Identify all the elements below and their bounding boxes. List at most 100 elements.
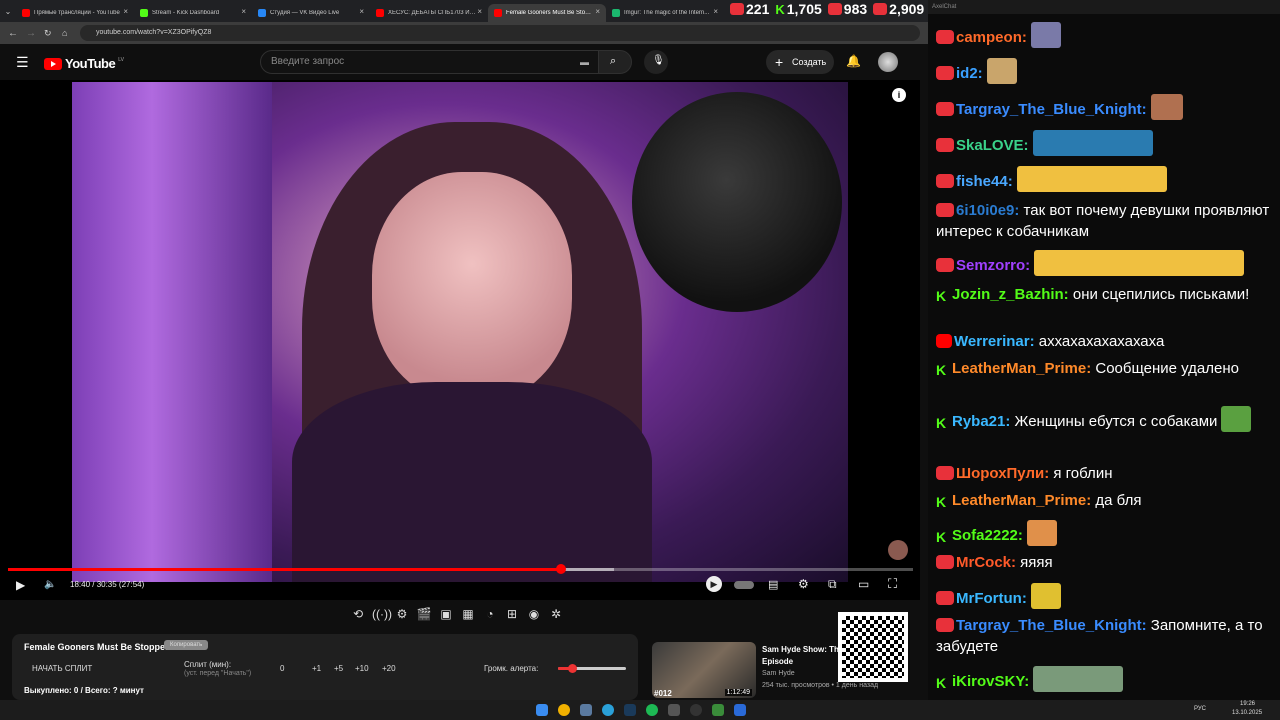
chat-nickname[interactable]: SkaLOVE:: [956, 137, 1029, 154]
create-button[interactable]: + Создать: [766, 50, 834, 74]
add-frame-icon[interactable]: ⊞: [504, 606, 520, 622]
played-bar: [8, 568, 561, 571]
chat-nickname[interactable]: 6i10i0e9:: [956, 202, 1019, 219]
viewer-count: 1,705: [786, 1, 822, 17]
split-value[interactable]: 0: [280, 664, 284, 673]
tab-close-icon[interactable]: ×: [123, 7, 128, 16]
tab-3[interactable]: ХЕСУС: ДЕБАТЫ СПБ1703 И М... ×: [370, 4, 488, 22]
clock-date[interactable]: 13.10.2025: [1232, 710, 1262, 716]
inc-5-button[interactable]: +5: [334, 664, 343, 673]
chat-nickname[interactable]: iKirovSKY:: [952, 673, 1029, 690]
home-icon[interactable]: ⌂: [62, 28, 67, 38]
chat-nickname[interactable]: Sofa2222:: [952, 527, 1023, 544]
loop-icon[interactable]: ⟲: [350, 606, 366, 622]
sponsorblock-icon[interactable]: ▶: [706, 576, 722, 592]
autoplay-toggle[interactable]: [734, 581, 754, 589]
chat-nickname[interactable]: Targray_The_Blue_Knight:: [956, 617, 1147, 634]
info-icon[interactable]: i: [892, 88, 906, 102]
video-thumbnail[interactable]: #012 1:12:49: [652, 642, 756, 698]
plus-icon: +: [775, 54, 784, 70]
avatar[interactable]: [878, 52, 898, 72]
subtitles-icon[interactable]: ▤: [768, 578, 778, 591]
rec-title[interactable]: Sam Hyde Show: Th... Episode: [762, 644, 846, 668]
camera-icon[interactable]: ◉: [526, 606, 542, 622]
tab-2[interactable]: Студия — VK Видео Live ×: [252, 4, 370, 22]
youtube-logo[interactable]: YouTube LV: [44, 56, 124, 71]
chat-nickname[interactable]: MrCock:: [956, 554, 1016, 571]
notifications-icon[interactable]: 🔔: [846, 54, 861, 68]
spotify-icon[interactable]: [646, 704, 658, 716]
channel-watermark[interactable]: [888, 540, 908, 560]
chrome-icon[interactable]: [558, 704, 570, 716]
steam-icon[interactable]: [624, 704, 636, 716]
chat-nickname[interactable]: fishe44:: [956, 173, 1013, 190]
chat-nickname[interactable]: LeatherMan_Prime:: [952, 360, 1091, 377]
inc-20-button[interactable]: +20: [382, 664, 396, 673]
search-input[interactable]: Введите запрос ▬: [260, 50, 600, 74]
tab-close-icon[interactable]: ×: [359, 7, 364, 16]
settings-icon[interactable]: ⚙: [798, 577, 809, 591]
chat-nickname[interactable]: Ryba21:: [952, 413, 1010, 430]
tab-5[interactable]: Imgur: The magic of the Intern... ×: [606, 4, 724, 22]
youtube-play-icon: [44, 57, 62, 70]
chat-nickname[interactable]: Targray_The_Blue_Knight:: [956, 101, 1147, 118]
tab-1[interactable]: Stream - Kick Dashboard ×: [134, 4, 252, 22]
menu-icon[interactable]: ☰: [16, 54, 29, 71]
scrubber-knob[interactable]: [555, 564, 566, 574]
gear-icon[interactable]: ✲: [548, 606, 564, 622]
copy-button[interactable]: Копировать: [164, 640, 209, 650]
clapper-icon[interactable]: 🎬: [416, 606, 432, 622]
frame-icon[interactable]: ▣: [438, 606, 454, 622]
chat-nickname[interactable]: Werrerinar:: [954, 333, 1035, 350]
chat-nickname[interactable]: LeatherMan_Prime:: [952, 492, 1091, 509]
chat-nickname[interactable]: MrFortun:: [956, 590, 1027, 607]
address-bar: ← → ↻ ⌂ youtube.com/watch?v=XZ3OPifyQZ8: [0, 22, 928, 44]
obs-icon[interactable]: [690, 704, 702, 716]
tab-close-icon[interactable]: ×: [595, 7, 600, 16]
alert-volume-slider[interactable]: [558, 664, 626, 673]
volume-icon[interactable]: 🔈: [44, 579, 56, 590]
theater-mode-icon[interactable]: ▭: [858, 577, 869, 591]
telegram-icon[interactable]: [602, 704, 614, 716]
tab-close-icon[interactable]: ×: [713, 7, 718, 16]
url-field[interactable]: youtube.com/watch?v=XZ3OPifyQZ8: [80, 25, 920, 41]
fullscreen-icon[interactable]: ⛶: [888, 576, 897, 592]
broadcast-icon[interactable]: ((·)): [372, 606, 392, 622]
tab-4[interactable]: Female Gooners Must Be Stopp... ×: [488, 4, 606, 22]
clock-time[interactable]: 19:26: [1240, 701, 1255, 707]
tab-close-icon[interactable]: ×: [241, 7, 246, 16]
settings-gear-icon[interactable]: ⚙: [394, 606, 410, 622]
speed-icon[interactable]: ◔: [482, 606, 498, 622]
forward-icon[interactable]: →: [26, 28, 36, 39]
tab-0[interactable]: Прямые трансляции - YouTube ×: [16, 4, 134, 22]
reload-icon[interactable]: ↻: [44, 28, 52, 39]
chat-nickname[interactable]: Jozin_z_Bazhin:: [952, 286, 1069, 303]
app3-icon[interactable]: [734, 704, 746, 716]
miniplayer-icon[interactable]: ⧉: [828, 577, 837, 592]
start-split-button[interactable]: НАЧАТЬ СПЛИТ: [32, 664, 92, 673]
chat-nickname[interactable]: Semzorro:: [956, 257, 1030, 274]
app2-icon[interactable]: [712, 704, 724, 716]
chat-nickname[interactable]: ШорохПули:: [956, 465, 1049, 482]
search-button[interactable]: ⌕: [598, 50, 632, 74]
chat-nickname[interactable]: id2:: [956, 65, 983, 82]
chat-nickname[interactable]: campeon:: [956, 29, 1027, 46]
kick-badge-icon: K: [936, 494, 947, 510]
inc-10-button[interactable]: +10: [355, 664, 369, 673]
tab-menu-icon[interactable]: ⌄: [0, 7, 16, 16]
inc-1-button[interactable]: +1: [312, 664, 321, 673]
rec-channel[interactable]: Sam Hyde: [762, 670, 795, 677]
explorer-icon[interactable]: [580, 704, 592, 716]
keyboard-icon[interactable]: ▬: [580, 51, 589, 73]
keyboard-language[interactable]: РУС: [1194, 706, 1206, 712]
play-button[interactable]: ▶: [16, 578, 25, 592]
video-player[interactable]: i: [0, 80, 920, 600]
progress-bar[interactable]: [8, 564, 913, 574]
film-icon[interactable]: ▦: [460, 606, 476, 622]
voice-search-button[interactable]: 🎙: [644, 50, 668, 74]
app-icon[interactable]: [668, 704, 680, 716]
chat-message: KiKirovSKY:: [936, 666, 1272, 692]
back-icon[interactable]: ←: [8, 28, 18, 39]
start-icon[interactable]: [536, 704, 548, 716]
tab-close-icon[interactable]: ×: [477, 7, 482, 16]
